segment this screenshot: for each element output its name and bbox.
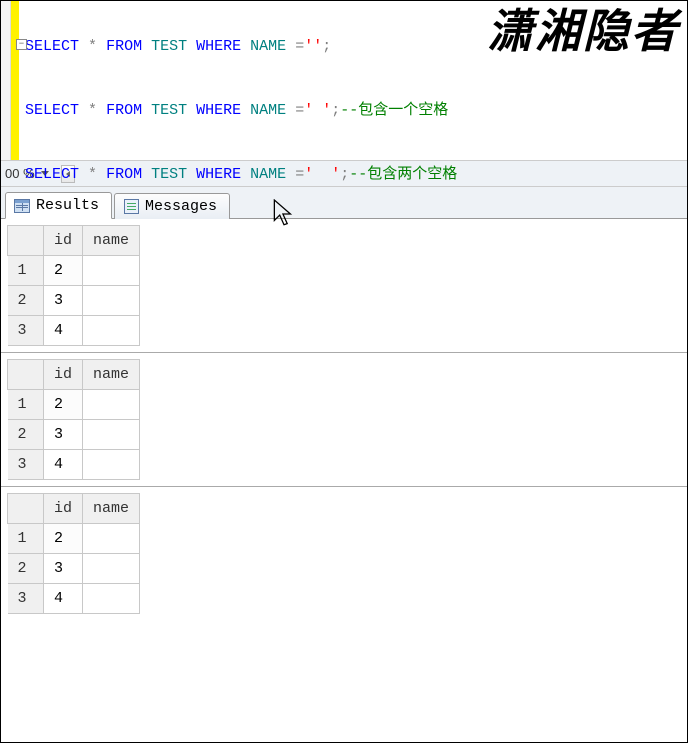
table-corner — [8, 360, 44, 390]
result-tabs: Results Messages — [1, 187, 687, 219]
cell[interactable] — [83, 316, 140, 346]
cell[interactable]: 3 — [44, 554, 83, 584]
table-row[interactable]: 34 — [8, 316, 140, 346]
row-number[interactable]: 2 — [8, 554, 44, 584]
code-line-blank — [25, 63, 681, 95]
data-table[interactable]: idname122334 — [7, 225, 140, 346]
cell[interactable] — [83, 256, 140, 286]
column-header[interactable]: name — [83, 360, 140, 390]
column-header[interactable]: name — [83, 226, 140, 256]
row-number[interactable]: 2 — [8, 420, 44, 450]
result-grid: idname122334 — [1, 493, 687, 620]
row-number[interactable]: 1 — [8, 524, 44, 554]
cell[interactable] — [83, 390, 140, 420]
cell[interactable]: 3 — [44, 286, 83, 316]
cell[interactable]: 2 — [44, 256, 83, 286]
row-number[interactable]: 1 — [8, 256, 44, 286]
cell[interactable]: 2 — [44, 390, 83, 420]
cell[interactable] — [83, 524, 140, 554]
column-header[interactable]: id — [44, 494, 83, 524]
row-number[interactable]: 2 — [8, 286, 44, 316]
cell[interactable]: 4 — [44, 450, 83, 480]
grid-icon — [14, 198, 30, 214]
code-line-2: SELECT * FROM TEST WHERE NAME =' ';--包含一… — [25, 95, 681, 127]
editor-margin — [1, 1, 11, 160]
row-number[interactable]: 3 — [8, 316, 44, 346]
table-row[interactable]: 12 — [8, 390, 140, 420]
tab-messages[interactable]: Messages — [114, 193, 230, 219]
cell[interactable] — [83, 554, 140, 584]
cell[interactable]: 3 — [44, 420, 83, 450]
result-grid: idname122334 — [1, 225, 687, 353]
cell[interactable]: 4 — [44, 584, 83, 614]
table-row[interactable]: 23 — [8, 554, 140, 584]
tab-messages-label: Messages — [145, 198, 217, 215]
column-header[interactable]: name — [83, 494, 140, 524]
table-row[interactable]: 34 — [8, 584, 140, 614]
cell[interactable] — [83, 450, 140, 480]
table-corner — [8, 494, 44, 524]
column-header[interactable]: id — [44, 360, 83, 390]
cell[interactable]: 4 — [44, 316, 83, 346]
change-indicator — [11, 1, 19, 160]
row-number[interactable]: 3 — [8, 450, 44, 480]
row-number[interactable]: 3 — [8, 584, 44, 614]
results-panel[interactable]: idname122334idname122334idname122334 — [1, 219, 687, 742]
result-grid: idname122334 — [1, 359, 687, 487]
table-row[interactable]: 12 — [8, 524, 140, 554]
data-table[interactable]: idname122334 — [7, 359, 140, 480]
table-row[interactable]: 34 — [8, 450, 140, 480]
cell[interactable] — [83, 584, 140, 614]
cell[interactable] — [83, 286, 140, 316]
table-row[interactable]: 23 — [8, 420, 140, 450]
code-line-blank2 — [25, 127, 681, 159]
data-table[interactable]: idname122334 — [7, 493, 140, 614]
tab-results-label: Results — [36, 197, 99, 214]
table-row[interactable]: 12 — [8, 256, 140, 286]
watermark-text: 潇湘隐者 — [487, 0, 679, 61]
table-corner — [8, 226, 44, 256]
tab-results[interactable]: Results — [5, 192, 112, 219]
table-row[interactable]: 23 — [8, 286, 140, 316]
messages-icon — [123, 199, 139, 215]
column-header[interactable]: id — [44, 226, 83, 256]
cell[interactable] — [83, 420, 140, 450]
collapse-toggle-icon[interactable]: − — [16, 39, 27, 50]
cell[interactable]: 2 — [44, 524, 83, 554]
row-number[interactable]: 1 — [8, 390, 44, 420]
